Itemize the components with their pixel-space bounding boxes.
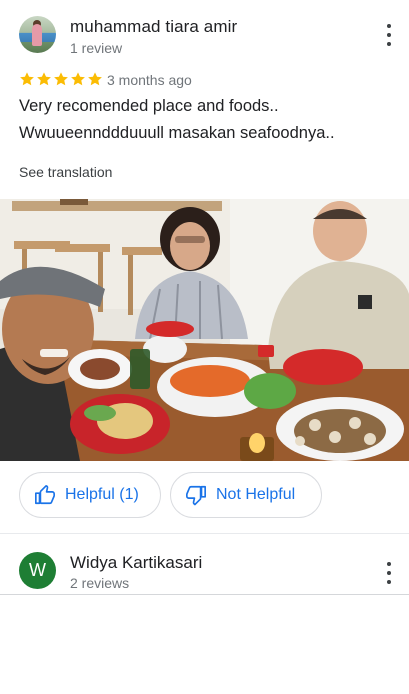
review-time: 3 months ago: [107, 72, 192, 88]
helpful-label: Helpful (1): [65, 486, 139, 503]
rating-stars: [19, 71, 103, 87]
helpful-button[interactable]: Helpful (1): [19, 472, 161, 518]
divider: [0, 594, 409, 595]
star-icon: [54, 72, 68, 86]
next-reviewer-avatar[interactable]: W: [19, 552, 56, 589]
reviewer-avatar[interactable]: [19, 16, 56, 53]
see-translation-link[interactable]: See translation: [19, 164, 112, 180]
avatar-person: [32, 24, 42, 46]
star-icon: [37, 72, 51, 86]
next-reviewer-review-count: 2 reviews: [70, 575, 130, 591]
not-helpful-label: Not Helpful: [216, 486, 296, 503]
reviewer-review-count: 1 review: [70, 40, 123, 56]
more-options-icon[interactable]: [385, 24, 393, 46]
more-options-icon[interactable]: [385, 562, 393, 584]
reviewer-name[interactable]: muhammad tiara amir: [70, 17, 237, 37]
star-icon: [20, 72, 34, 86]
review-photo[interactable]: [0, 199, 409, 461]
thumb-down-icon: [186, 485, 206, 506]
review-photo-image: [0, 199, 409, 461]
divider: [0, 533, 409, 534]
star-icon: [88, 72, 102, 86]
star-icon: [71, 72, 85, 86]
review-text-line-1: Very recomended place and foods..: [19, 97, 279, 115]
not-helpful-button[interactable]: Not Helpful: [170, 472, 322, 518]
thumb-up-icon: [35, 485, 55, 505]
next-reviewer-name[interactable]: Widya Kartikasari: [70, 553, 202, 573]
review-text-line-2: Wwuueennddduuull masakan seafoodnya..: [19, 124, 335, 142]
